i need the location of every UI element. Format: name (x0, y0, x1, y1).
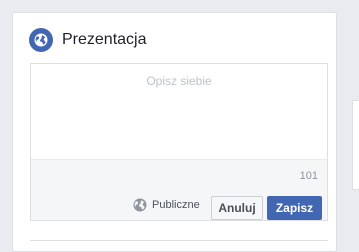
bio-editor: 101 Publiczne Anuluj Zapisz (30, 63, 328, 221)
cancel-button[interactable]: Anuluj (211, 196, 263, 220)
section-title: Prezentacja (62, 31, 147, 48)
card-header: Prezentacja (29, 27, 147, 53)
globe-icon (133, 198, 147, 212)
editor-footer: 101 Publiczne Anuluj Zapisz (31, 159, 327, 220)
section-divider (30, 240, 328, 241)
save-button[interactable]: Zapisz (267, 196, 322, 220)
privacy-label: Publiczne (152, 199, 200, 211)
bio-textarea[interactable] (31, 64, 327, 159)
privacy-selector[interactable]: Publiczne (133, 198, 200, 212)
intro-card: Prezentacja 101 Publiczne Anuluj Zapisz (12, 12, 337, 252)
adjacent-card-edge (352, 100, 359, 190)
globe-icon-glyph (34, 33, 48, 47)
char-counter: 101 (299, 170, 318, 182)
globe-icon (29, 28, 53, 52)
